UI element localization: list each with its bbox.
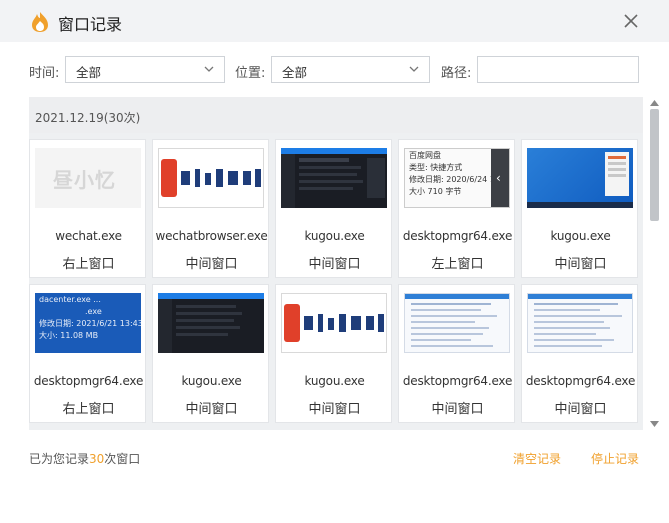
window-record-card[interactable]: dacenter.exe ... .exe 修改日期: 2021/6/21 13…: [29, 284, 146, 423]
thumbnail-caption: 昼小忆: [53, 168, 116, 192]
process-name: desktopmgr64.exe: [402, 374, 513, 388]
thumbnail-line: 修改日期: 2021/6/21 13:43: [39, 319, 141, 328]
process-name: desktopmgr64.exe: [525, 374, 636, 388]
list-scrollbar[interactable]: [650, 97, 659, 430]
window-thumbnail: 百度网盘 类型: 快捷方式 修改日期: 2020/6/24 1 大小 710 字…: [404, 148, 510, 208]
window-record-card[interactable]: kugou.exe 中间窗口: [275, 139, 392, 278]
clear-records-button[interactable]: 清空记录: [513, 450, 561, 467]
close-icon[interactable]: [622, 12, 640, 30]
flame-logo-icon: [32, 12, 48, 32]
thumbnail-line: 大小 710 字节: [409, 187, 462, 196]
process-name: kugou.exe: [304, 374, 365, 388]
chevron-down-icon: [204, 66, 214, 72]
process-name: wechatbrowser.exe: [155, 229, 268, 243]
window-record-card[interactable]: desktopmgr64.exe 中间窗口: [398, 284, 515, 423]
window-record-card[interactable]: kugou.exe 中间窗口: [521, 139, 638, 278]
process-name: wechat.exe: [55, 229, 122, 243]
window-thumbnail: [527, 293, 633, 353]
status-suffix: 次窗口: [104, 452, 141, 466]
window-position: 中间窗口: [185, 257, 238, 272]
record-count: 30: [89, 452, 105, 466]
process-name: kugou.exe: [181, 374, 242, 388]
filter-bar: 时间: 全部 位置: 全部 路径:: [0, 42, 669, 96]
window-record-card[interactable]: 百度网盘 类型: 快捷方式 修改日期: 2020/6/24 1 大小 710 字…: [398, 139, 515, 278]
window-position: 中间窗口: [308, 402, 361, 417]
window-record-card[interactable]: wechatbrowser.exe 中间窗口: [152, 139, 269, 278]
window-thumbnail: [404, 293, 510, 353]
position-label: 位置:: [235, 66, 266, 81]
window-thumbnail: [158, 293, 264, 353]
time-select[interactable]: 全部: [65, 56, 225, 83]
thumbnail-line: 修改日期: 2020/6/24 1: [409, 175, 495, 184]
date-group-header: 2021.12.19(30次): [29, 97, 643, 133]
window-record-card[interactable]: 昼小忆 wechat.exe 右上窗口: [29, 139, 146, 278]
chevron-down-icon: [409, 66, 419, 72]
scroll-up-arrow-icon[interactable]: [650, 100, 659, 106]
position-select[interactable]: 全部: [271, 56, 430, 83]
thumbnail-line: 类型: 快捷方式: [409, 163, 463, 172]
window-position: 右上窗口: [62, 402, 115, 417]
time-select-value: 全部: [76, 65, 102, 80]
window-record-card[interactable]: kugou.exe 中间窗口: [152, 284, 269, 423]
window-thumbnail: [281, 148, 387, 208]
position-select-value: 全部: [282, 65, 308, 80]
window-thumbnail: dacenter.exe ... .exe 修改日期: 2021/6/21 13…: [35, 293, 141, 353]
thumbnail-line: .exe: [85, 307, 102, 316]
path-input[interactable]: [477, 56, 639, 83]
window-position: 右上窗口: [62, 257, 115, 272]
thumbnail-line: dacenter.exe ...: [39, 295, 101, 304]
scrollbar-thumb[interactable]: [650, 109, 659, 221]
scroll-down-arrow-icon[interactable]: [650, 421, 659, 427]
process-name: desktopmgr64.exe: [402, 229, 513, 243]
process-name: kugou.exe: [304, 229, 365, 243]
window-position: 中间窗口: [431, 402, 484, 417]
record-status: 已为您记录30次窗口: [29, 450, 140, 467]
window-thumbnail: [158, 148, 264, 208]
window-position: 中间窗口: [185, 402, 238, 417]
window-record-card[interactable]: kugou.exe 中间窗口: [275, 284, 392, 423]
time-label: 时间:: [29, 66, 60, 81]
window-title: 窗口记录: [58, 15, 123, 34]
status-prefix: 已为您记录: [29, 452, 90, 466]
process-name: desktopmgr64.exe: [33, 374, 144, 388]
window-position: 中间窗口: [554, 257, 607, 272]
title-bar: 窗口记录: [0, 0, 669, 42]
window-record-card[interactable]: desktopmgr64.exe 中间窗口: [521, 284, 638, 423]
stop-recording-button[interactable]: 停止记录: [591, 450, 639, 467]
window-position: 中间窗口: [308, 257, 361, 272]
window-position: 中间窗口: [554, 402, 607, 417]
window-thumbnail: [527, 148, 633, 208]
footer-bar: 已为您记录30次窗口 清空记录 停止记录: [0, 440, 669, 480]
window-position: 左上窗口: [431, 257, 484, 272]
window-thumbnail: [281, 293, 387, 353]
record-list[interactable]: 2021.12.19(30次) 昼小忆 wechat.exe 右上窗口 wech…: [29, 97, 643, 430]
thumbnail-line: 百度网盘: [409, 151, 441, 160]
path-label: 路径:: [441, 66, 472, 81]
window-thumbnail: 昼小忆: [35, 148, 141, 208]
thumbnail-line: 大小: 11.08 MB: [39, 331, 99, 340]
process-name: kugou.exe: [550, 229, 611, 243]
